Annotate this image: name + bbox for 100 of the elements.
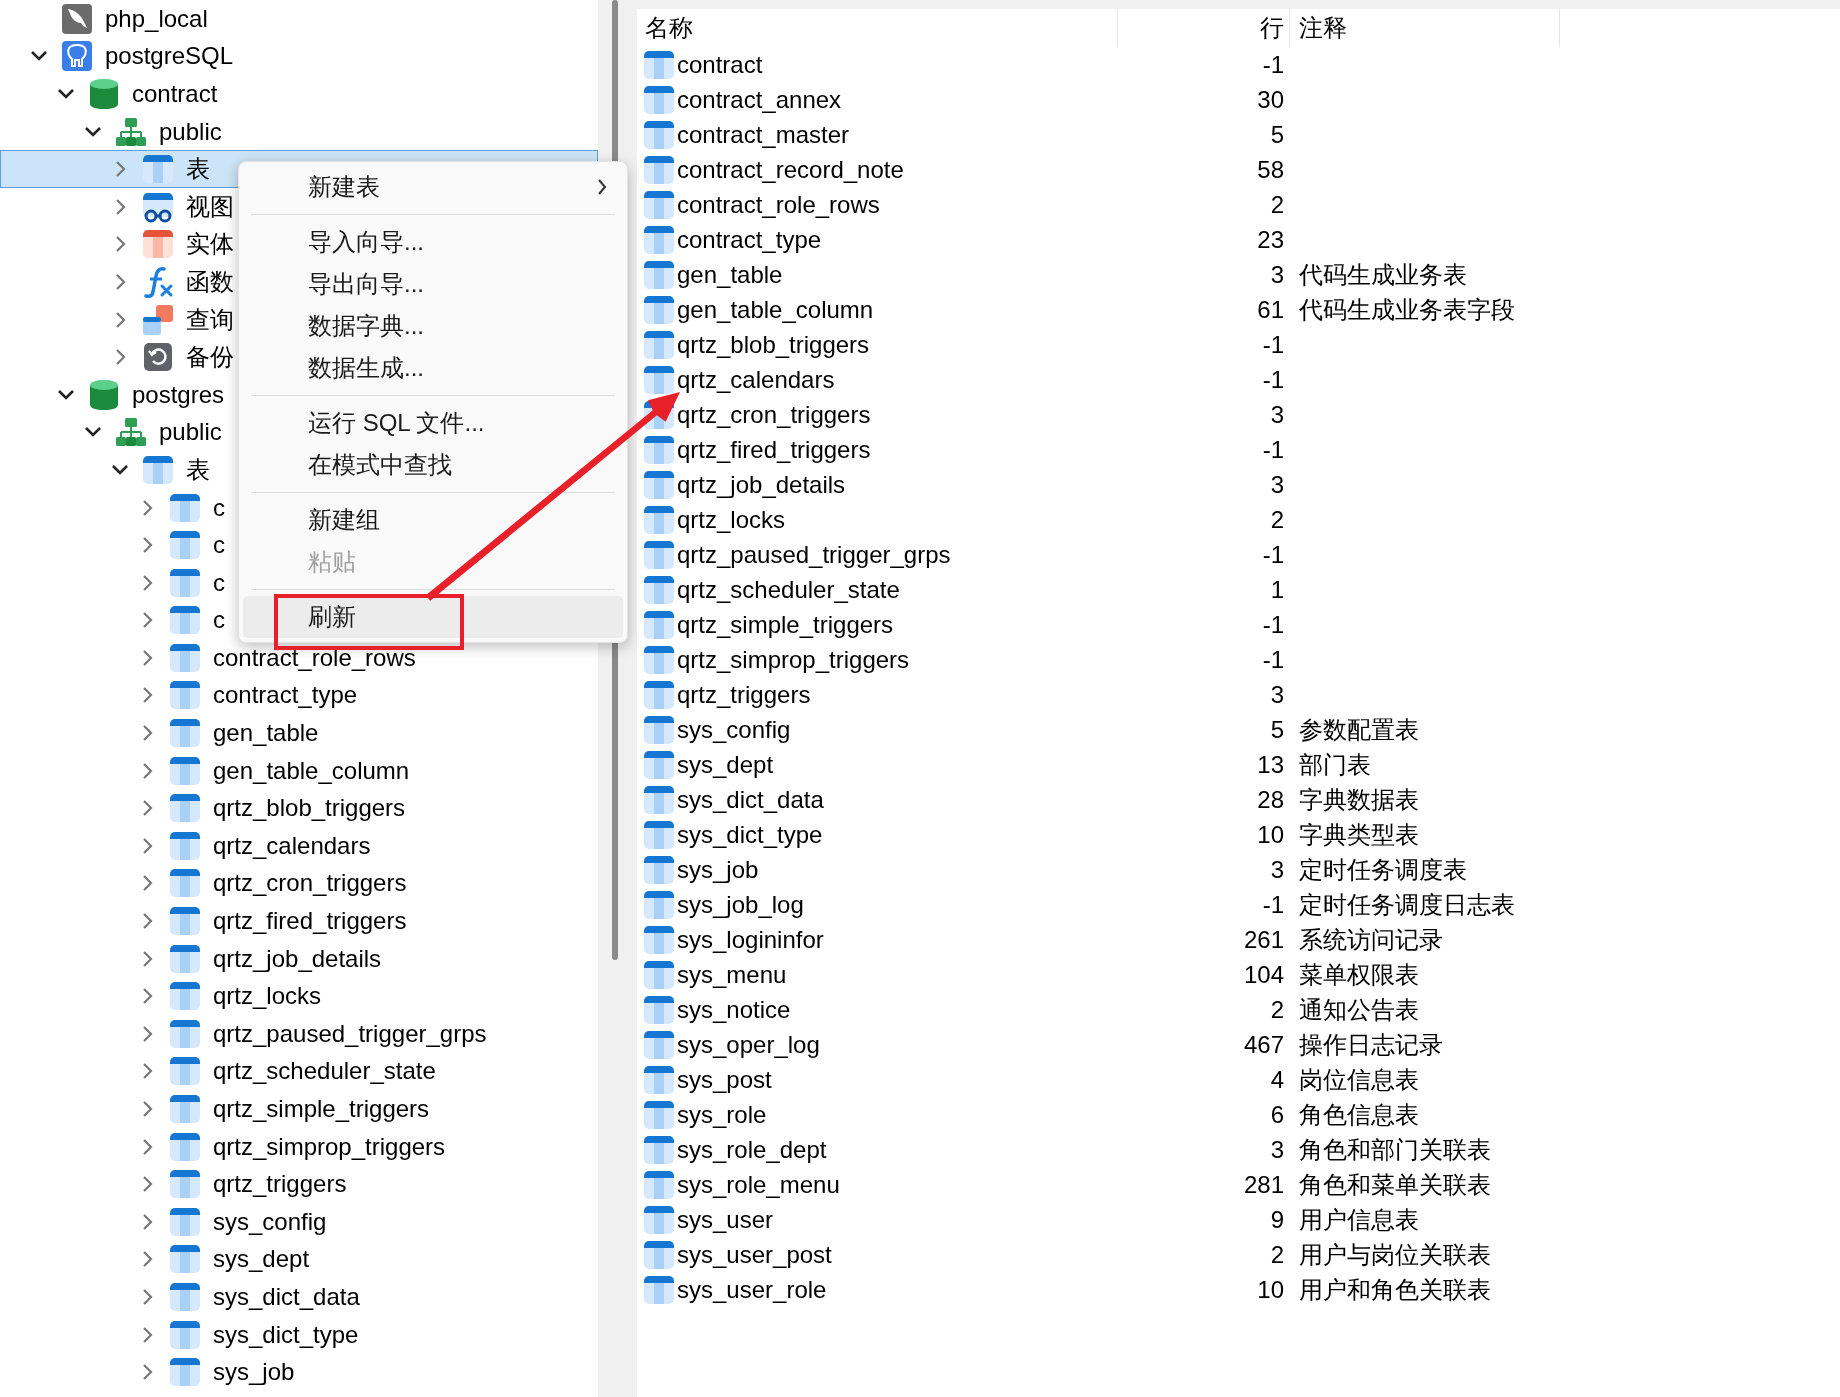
row-count: 3 <box>1270 679 1284 710</box>
tree-label: sys_dict_type <box>213 1322 359 1347</box>
table-comment: 字典类型表 <box>1299 819 1419 850</box>
tree-label: sys_dept <box>213 1247 310 1272</box>
tree-label: qrtz_job_details <box>213 946 382 971</box>
table-comment: 角色和部门关联表 <box>1299 1134 1491 1165</box>
row-count: 9 <box>1270 1204 1284 1235</box>
table-name: sys_user_role <box>677 1274 827 1305</box>
row-count: 13 <box>1257 749 1284 780</box>
row-count: 5 <box>1270 119 1284 150</box>
table-name: qrtz_cron_triggers <box>677 399 871 430</box>
row-count: -1 <box>1262 609 1284 640</box>
tree-label: qrtz_simprop_triggers <box>213 1134 446 1159</box>
tree-label: public <box>159 119 222 144</box>
table-comment: 角色和菜单关联表 <box>1299 1169 1491 1200</box>
table-name: sys_role_dept <box>677 1134 827 1165</box>
table-comment: 部门表 <box>1299 749 1371 780</box>
tree-label: postgreSQL <box>105 44 234 69</box>
table-name: sys_job <box>677 854 759 885</box>
table-name: qrtz_blob_triggers <box>677 329 870 360</box>
tree-label: c <box>213 570 225 595</box>
row-count: 10 <box>1257 1274 1284 1305</box>
tree-label: 表 <box>186 457 210 482</box>
table-name: sys_dict_data <box>677 784 824 815</box>
table-comment: 岗位信息表 <box>1299 1064 1419 1095</box>
row-count: 2 <box>1270 189 1284 220</box>
table-name: sys_dept <box>677 749 774 780</box>
tree-label: qrtz_calendars <box>213 833 371 858</box>
row-count: 28 <box>1257 784 1284 815</box>
row-count: -1 <box>1262 889 1284 920</box>
table-name: sys_user <box>677 1204 774 1235</box>
table-name: qrtz_fired_triggers <box>677 434 871 465</box>
tree-label: 实体 <box>186 232 234 257</box>
tree-label: c <box>213 495 225 520</box>
tree-label: qrtz_triggers <box>213 1172 347 1197</box>
row-count: 3 <box>1270 399 1284 430</box>
row-count: 4 <box>1270 1064 1284 1095</box>
table-comment: 角色信息表 <box>1299 1099 1419 1130</box>
tree-label: qrtz_locks <box>213 984 322 1009</box>
row-count: 30 <box>1257 84 1284 115</box>
table-comment: 菜单权限表 <box>1299 959 1419 990</box>
table-name: qrtz_scheduler_state <box>677 574 900 605</box>
table-name: sys_role <box>677 1099 767 1130</box>
tree-label: public <box>159 420 222 445</box>
table-name: contract_master <box>677 119 850 150</box>
tree-label: 表 <box>186 157 210 182</box>
table-comment: 代码生成业务表 <box>1299 259 1467 290</box>
row-count: 3 <box>1270 1134 1284 1165</box>
table-name: qrtz_calendars <box>677 364 835 395</box>
row-count: 2 <box>1270 1239 1284 1270</box>
row-count: 467 <box>1243 1029 1284 1060</box>
row-count: 10 <box>1257 819 1284 850</box>
table-name: contract <box>677 49 763 80</box>
table-name: qrtz_paused_trigger_grps <box>677 539 951 570</box>
tree-label: qrtz_cron_triggers <box>213 871 407 896</box>
tree-label: sys_job <box>213 1360 295 1385</box>
tree-label: gen_table <box>213 721 319 746</box>
row-count: -1 <box>1262 539 1284 570</box>
table-name: qrtz_simprop_triggers <box>677 644 910 675</box>
table-comment: 用户信息表 <box>1299 1204 1419 1235</box>
table-name: sys_notice <box>677 994 791 1025</box>
table-name: contract_annex <box>677 84 842 115</box>
table-name: sys_post <box>677 1064 772 1095</box>
tree-label: c <box>213 608 225 633</box>
row-count: 261 <box>1243 924 1284 955</box>
row-count: 3 <box>1270 469 1284 500</box>
row-count: 58 <box>1257 154 1284 185</box>
row-count: 104 <box>1243 959 1284 990</box>
table-name: sys_role_menu <box>677 1169 840 1200</box>
tree-label: sys_config <box>213 1209 327 1234</box>
row-count: 2 <box>1270 504 1284 535</box>
table-name: gen_table <box>677 259 783 290</box>
row-count: -1 <box>1262 49 1284 80</box>
tree-label: qrtz_simple_triggers <box>213 1097 430 1121</box>
table-name: sys_oper_log <box>677 1029 820 1060</box>
row-count: 23 <box>1257 224 1284 255</box>
tree-label: qrtz_fired_triggers <box>213 909 407 934</box>
row-count: 5 <box>1270 714 1284 745</box>
table-comment: 用户和角色关联表 <box>1299 1274 1491 1305</box>
table-name: sys_config <box>677 714 791 745</box>
tree-label: 视图 <box>186 194 234 219</box>
table-comment: 操作日志记录 <box>1299 1029 1443 1060</box>
table-comment: 字典数据表 <box>1299 784 1419 815</box>
table-comment: 定时任务调度日志表 <box>1299 889 1515 920</box>
table-comment: 参数配置表 <box>1299 714 1419 745</box>
row-count: 2 <box>1270 994 1284 1025</box>
row-count: 281 <box>1243 1169 1284 1200</box>
table-name: contract_type <box>677 224 822 255</box>
row-count: -1 <box>1262 644 1284 675</box>
tree-label: 函数 <box>186 269 234 294</box>
row-count: 6 <box>1270 1099 1284 1130</box>
table-name: gen_table_column <box>677 294 874 325</box>
table-name: qrtz_locks <box>677 504 786 535</box>
row-count: -1 <box>1262 364 1284 395</box>
table-comment: 用户与岗位关联表 <box>1299 1239 1491 1270</box>
row-count: -1 <box>1262 329 1284 360</box>
table-comment: 系统访问记录 <box>1299 924 1443 955</box>
tree-label: php_local <box>105 6 208 31</box>
table-name: sys_menu <box>677 959 787 990</box>
table-comment: 代码生成业务表字段 <box>1299 294 1515 325</box>
